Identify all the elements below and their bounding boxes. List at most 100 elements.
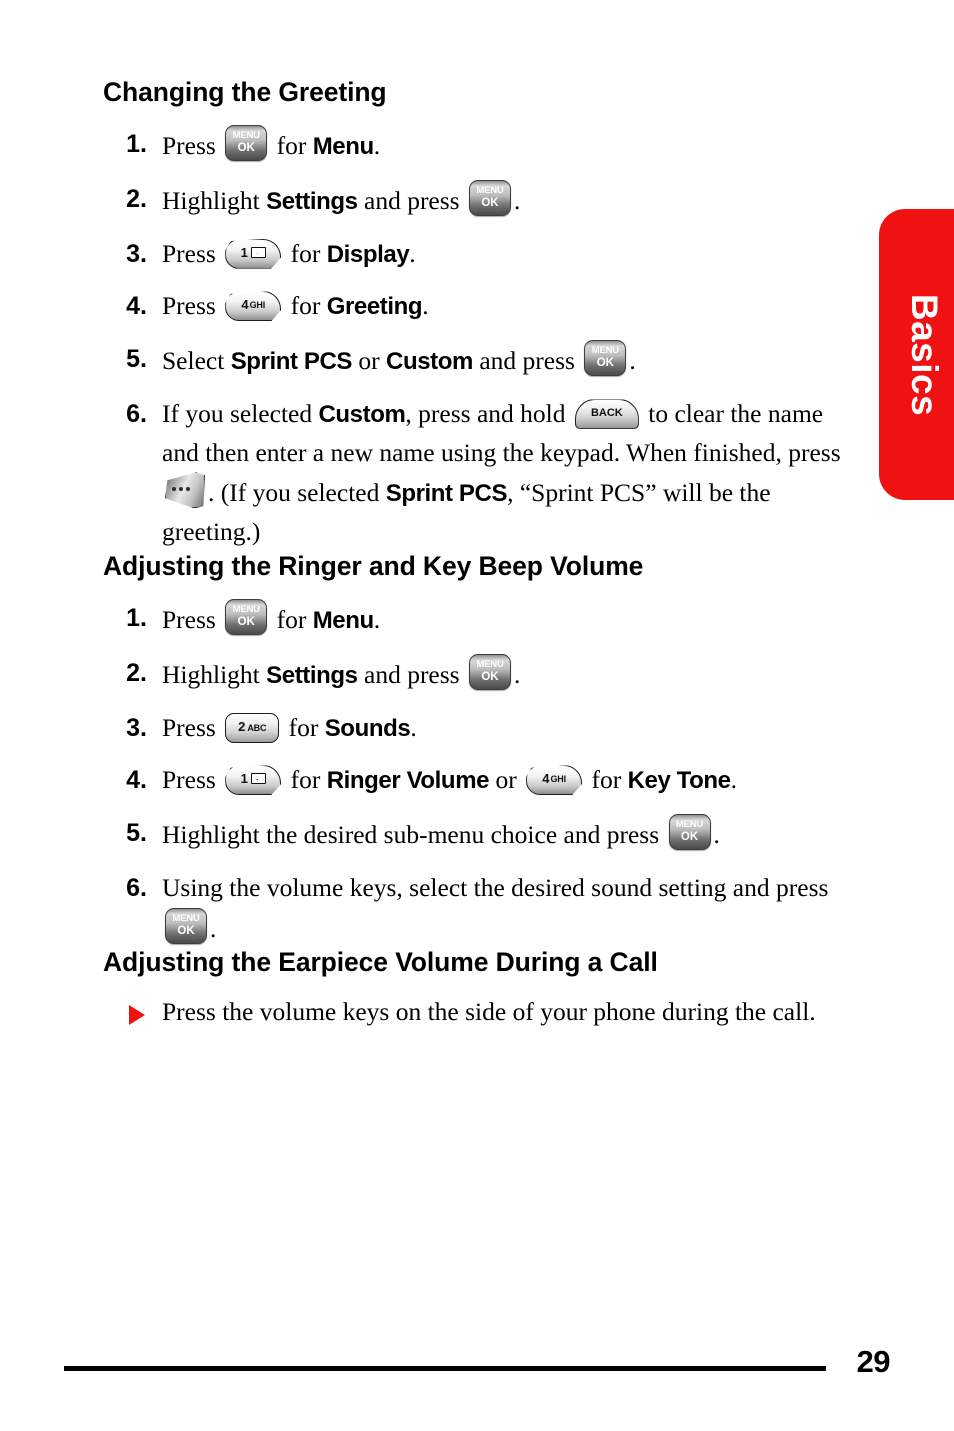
step-list: 1. Press MENU OK for Menu. 2. Highlight Sett… — [103, 125, 851, 552]
body-text: . — [409, 238, 416, 268]
back-key-label: BACK — [590, 406, 623, 419]
step-list: 1. Press MENU OK for Menu. 2. Highlight Sett… — [103, 599, 851, 948]
body-text: . — [373, 605, 381, 635]
step-number: 2. — [126, 658, 147, 687]
body-text: Press the volume keys on the side of you… — [162, 997, 816, 1027]
step-item: 6. Using the volume keys, select the desi… — [103, 869, 851, 949]
body-text: Press — [162, 605, 223, 635]
step-item: 5. Highlight the desired sub-menu choice … — [103, 814, 851, 855]
body-text: for — [282, 712, 325, 742]
emphasized-term: Sprint PCS — [385, 480, 508, 508]
body-text: Press — [162, 765, 223, 795]
menu-ok-key: MENU OK — [668, 814, 711, 851]
number-4-key-label: 4GHI — [542, 771, 566, 787]
body-text: and press — [357, 185, 466, 215]
back-key: BACK — [574, 399, 639, 429]
section-heading: Adjusting the Ringer and Key Beep Volume — [103, 550, 644, 581]
step-item: 3. Press 1 for Display. — [103, 235, 851, 274]
body-text: for — [284, 291, 327, 321]
menu-ok-key-line2: OK — [177, 924, 195, 937]
menu-ok-key-line2: OK — [596, 357, 614, 370]
step-number: 6. — [126, 399, 147, 428]
emphasized-term: Sounds — [324, 714, 411, 742]
body-text: Highlight — [162, 185, 267, 215]
step-number: 4. — [126, 292, 147, 321]
body-text: for — [585, 765, 628, 795]
emphasized-term: Menu — [312, 607, 374, 635]
menu-ok-key: MENU OK — [165, 907, 207, 944]
menu-ok-key-line2: OK — [237, 142, 255, 155]
step-number: 6. — [126, 873, 147, 902]
emphasized-term: Greeting — [326, 293, 423, 321]
body-text: . — [629, 346, 636, 376]
menu-ok-key-line1: MENU — [591, 345, 619, 357]
body-text: . — [713, 820, 720, 850]
step-item: 1. Press MENU OK for Menu. — [103, 599, 851, 640]
body-text: Using the volume keys, select the desire… — [162, 872, 829, 902]
menu-ok-key: MENU OK — [225, 599, 268, 636]
body-text: Press — [162, 131, 223, 161]
step-number: 3. — [126, 713, 147, 742]
emphasized-term: Custom — [386, 348, 473, 376]
emphasized-term: Ringer Volume — [326, 767, 490, 795]
step-number: 2. — [126, 184, 147, 213]
step-number: 4. — [126, 766, 147, 795]
bullet-item: Press the volume keys on the side of you… — [103, 993, 851, 1032]
body-text: . — [210, 913, 217, 943]
menu-ok-key-line2: OK — [237, 616, 255, 629]
step-item: 2. Highlight Settings and press MENU OK. — [103, 179, 851, 221]
step-item: 4. Press 1 for Ringer Volume or 4GHI for … — [103, 761, 851, 800]
body-text: Select — [162, 346, 231, 376]
body-text: . — [422, 291, 429, 321]
step-number: 5. — [126, 345, 147, 374]
footer-divider — [64, 1366, 826, 1371]
menu-ok-key-line1: MENU — [232, 130, 260, 142]
menu-ok-key-line2: OK — [481, 196, 499, 209]
emphasized-term: Settings — [266, 187, 358, 215]
section-tab-label: Basics — [904, 293, 945, 416]
step-number: 1. — [126, 130, 147, 159]
number-2-key-label: 2 ABC — [238, 718, 267, 734]
body-text: , press and hold — [405, 398, 572, 428]
menu-ok-key: MENU OK — [584, 340, 627, 377]
number-4-key: 4GHI — [225, 291, 282, 322]
menu-ok-key-line1: MENU — [476, 184, 504, 196]
menu-ok-key: MENU OK — [468, 179, 511, 216]
step-item: 4. Press 4GHI for Greeting. — [103, 287, 851, 326]
body-text: for — [270, 605, 313, 635]
number-2-key: 2 ABC — [225, 712, 280, 743]
body-text: . — [513, 185, 521, 215]
section-tab-basics: Basics — [879, 209, 954, 500]
number-1-key-label: 1 — [226, 246, 280, 259]
body-text: for — [284, 765, 327, 795]
page-content: Changing the Greeting 1. Press MENU OK for … — [103, 77, 851, 1032]
bullet-list: Press the volume keys on the side of you… — [103, 993, 851, 1032]
emphasized-term: Menu — [312, 133, 374, 161]
body-text: or — [352, 346, 387, 376]
emphasized-term: Custom — [318, 400, 406, 428]
section-heading: Changing the Greeting — [103, 77, 387, 107]
number-1-key-label: 1 — [226, 772, 280, 785]
body-text: Press — [162, 291, 223, 321]
menu-ok-key-line2: OK — [680, 831, 699, 844]
menu-ok-key-line2: OK — [481, 670, 499, 683]
three-dots-icon — [172, 487, 190, 492]
body-text: for — [270, 131, 313, 161]
body-text: Highlight the desired sub-menu choice an… — [162, 820, 666, 850]
emphasized-term: Settings — [266, 661, 358, 689]
step-item: 2. Highlight Settings and press MENU OK. — [103, 653, 851, 695]
step-item: 3. Press 2 ABC for Sounds. — [103, 709, 851, 748]
menu-ok-key: MENU OK — [468, 653, 511, 690]
envelope-icon — [250, 773, 266, 785]
body-text: and press — [357, 659, 466, 689]
emphasized-term: Key Tone — [627, 767, 731, 795]
manual-page: Basics Changing the Greeting 1. Press MENU… — [0, 0, 954, 1431]
page-footer: 29 — [64, 1344, 891, 1396]
body-text: and press — [472, 346, 582, 376]
body-text: . — [373, 131, 381, 161]
step-number: 3. — [126, 239, 147, 268]
body-text: . — [513, 659, 521, 689]
body-text: . — [410, 712, 417, 742]
menu-ok-key-line1: MENU — [675, 819, 704, 831]
body-text: Press — [162, 712, 223, 742]
